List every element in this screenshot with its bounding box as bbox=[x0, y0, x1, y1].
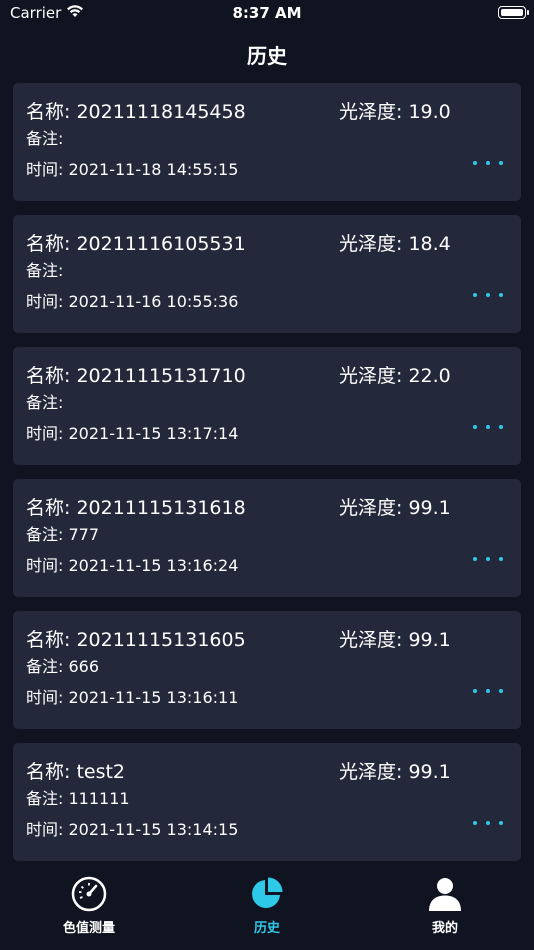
history-record-card[interactable]: 名称: 20211115131710 光泽度: 22.0 备注: 时间: 202… bbox=[13, 347, 521, 465]
record-gloss: 光泽度: 99.1 bbox=[339, 629, 451, 651]
record-gloss: 光泽度: 99.1 bbox=[339, 761, 451, 783]
record-name: 名称: 20211118145458 bbox=[26, 101, 246, 123]
record-remark: 备注: 111111 bbox=[26, 789, 130, 808]
record-remark: 备注: bbox=[26, 393, 64, 412]
tab-color-measure[interactable]: 色值测量 bbox=[29, 876, 149, 936]
record-time: 时间: 2021-11-15 13:16:24 bbox=[26, 556, 239, 575]
more-options-icon[interactable] bbox=[473, 155, 503, 171]
history-record-card[interactable]: 名称: 20211115131605 光泽度: 99.1 备注: 666 时间:… bbox=[13, 611, 521, 729]
history-list: 名称: 20211118145458 光泽度: 19.0 备注: 时间: 202… bbox=[13, 83, 521, 875]
history-record-card[interactable]: 名称: 20211115131618 光泽度: 99.1 备注: 777 时间:… bbox=[13, 479, 521, 597]
more-options-icon[interactable] bbox=[473, 551, 503, 567]
history-record-card[interactable]: 名称: test2 光泽度: 99.1 备注: 111111 时间: 2021-… bbox=[13, 743, 521, 861]
record-time: 时间: 2021-11-15 13:14:15 bbox=[26, 820, 239, 839]
record-time: 时间: 2021-11-16 10:55:36 bbox=[26, 292, 239, 311]
record-gloss: 光泽度: 22.0 bbox=[339, 365, 451, 387]
record-time: 时间: 2021-11-15 13:17:14 bbox=[26, 424, 239, 443]
tab-history[interactable]: 历史 bbox=[207, 876, 327, 936]
tab-label: 历史 bbox=[253, 921, 280, 936]
history-record-card[interactable]: 名称: 20211116105531 光泽度: 18.4 备注: 时间: 202… bbox=[13, 215, 521, 333]
battery-icon bbox=[498, 6, 529, 19]
person-icon bbox=[429, 878, 461, 911]
status-time: 8:37 AM bbox=[232, 4, 302, 22]
record-gloss: 光泽度: 18.4 bbox=[339, 233, 451, 255]
record-name: 名称: test2 bbox=[26, 761, 126, 783]
record-remark: 备注: 777 bbox=[26, 525, 100, 544]
record-gloss: 光泽度: 19.0 bbox=[339, 101, 451, 123]
tab-mine[interactable]: 我的 bbox=[385, 876, 505, 936]
more-options-icon[interactable] bbox=[473, 815, 503, 831]
pie-chart-icon bbox=[252, 877, 283, 908]
record-gloss: 光泽度: 99.1 bbox=[339, 497, 451, 519]
record-name: 名称: 20211115131605 bbox=[26, 629, 246, 651]
record-name: 名称: 20211115131710 bbox=[26, 365, 246, 387]
record-time: 时间: 2021-11-15 13:16:11 bbox=[26, 688, 239, 707]
record-time: 时间: 2021-11-18 14:55:15 bbox=[26, 160, 239, 179]
record-remark: 备注: bbox=[26, 261, 64, 280]
record-name: 名称: 20211116105531 bbox=[26, 233, 246, 255]
record-name: 名称: 20211115131618 bbox=[26, 497, 246, 519]
tab-label: 色值测量 bbox=[62, 921, 115, 936]
history-record-card[interactable]: 名称: 20211118145458 光泽度: 19.0 备注: 时间: 202… bbox=[13, 83, 521, 201]
more-options-icon[interactable] bbox=[473, 419, 503, 435]
more-options-icon[interactable] bbox=[473, 287, 503, 303]
page-title: 历史 bbox=[247, 44, 287, 68]
record-remark: 备注: bbox=[26, 129, 64, 148]
gauge-icon bbox=[71, 876, 107, 912]
record-remark: 备注: 666 bbox=[26, 657, 100, 676]
tab-bar: 色值测量 历史 我的 bbox=[0, 866, 534, 950]
status-bar: Carrier 8:37 AM bbox=[0, 0, 534, 28]
tab-label: 我的 bbox=[431, 921, 458, 936]
more-options-icon[interactable] bbox=[473, 683, 503, 699]
